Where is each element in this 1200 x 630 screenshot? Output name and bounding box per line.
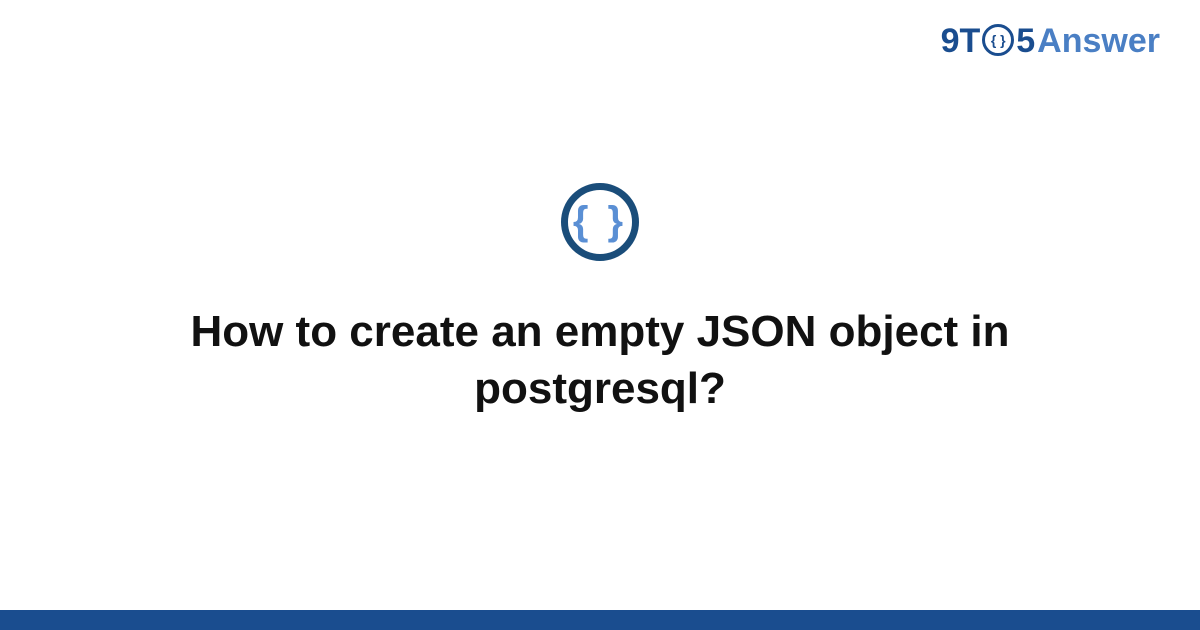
footer-accent-bar [0, 610, 1200, 630]
main-content: { } How to create an empty JSON object i… [0, 0, 1200, 630]
category-braces-icon: { } [561, 183, 639, 261]
braces-glyph: { } [573, 199, 627, 244]
question-title: How to create an empty JSON object in po… [150, 303, 1050, 417]
